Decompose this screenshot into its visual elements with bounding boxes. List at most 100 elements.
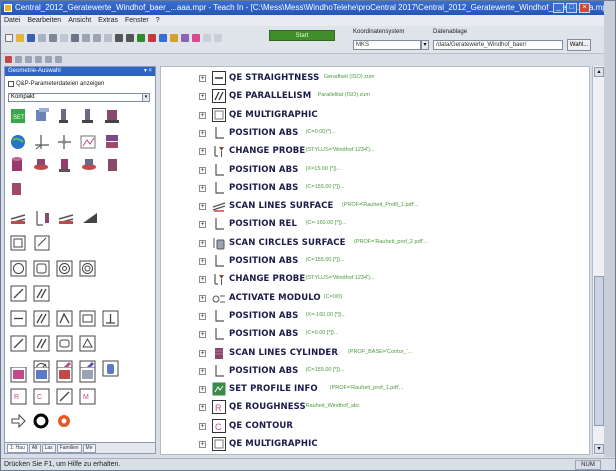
record-icon[interactable] bbox=[5, 56, 12, 63]
disc-icon[interactable] bbox=[34, 159, 48, 170]
tool-2-icon[interactable] bbox=[15, 56, 22, 63]
expand-icon[interactable]: + bbox=[199, 276, 206, 284]
edit-icon[interactable] bbox=[56, 388, 73, 405]
report-2-icon[interactable] bbox=[33, 367, 50, 383]
surface-scan-icon[interactable] bbox=[58, 214, 74, 224]
program-row[interactable]: + SCAN LINES CYLINDER (PROF_BASE='Contur_'… bbox=[161, 345, 589, 363]
flange-icon[interactable] bbox=[82, 159, 96, 170]
column-2-icon[interactable] bbox=[82, 109, 93, 123]
minimize-button[interactable]: _ bbox=[553, 3, 564, 13]
program-row[interactable]: + SET PROFILE INFO (PROF='Rauheit_prof_1.p… bbox=[161, 381, 589, 399]
program-row[interactable]: + C QE CONTOUR bbox=[161, 418, 589, 436]
program-row[interactable]: + POSITION REL (C=-160.00 [*])... bbox=[161, 216, 589, 234]
program-row[interactable]: + ACTIVATE MODULO (C=0/0) bbox=[161, 290, 589, 308]
start-button[interactable]: Start bbox=[269, 30, 335, 41]
flatness-icon[interactable] bbox=[33, 285, 50, 302]
program-row[interactable]: + SCAN LINES SURFACE (PROF='Rauheit_Profil… bbox=[161, 198, 589, 216]
cylinder-icon[interactable] bbox=[12, 157, 22, 171]
scroll-down-icon[interactable]: ▾ bbox=[594, 444, 604, 454]
expand-icon[interactable]: + bbox=[199, 184, 206, 192]
stop-icon[interactable] bbox=[148, 34, 156, 42]
angularity-icon[interactable] bbox=[56, 310, 73, 327]
tool-3-icon[interactable] bbox=[25, 56, 32, 63]
form-icon[interactable] bbox=[34, 235, 50, 251]
new-icon[interactable] bbox=[5, 34, 13, 42]
cube-icon[interactable] bbox=[36, 108, 49, 121]
arrow-right-icon[interactable] bbox=[11, 413, 26, 429]
bolt-icon[interactable] bbox=[108, 159, 117, 171]
show-params-checkbox[interactable]: Q&P-Parameterdateien anzeigen bbox=[8, 81, 104, 87]
close-button[interactable]: × bbox=[579, 3, 590, 13]
settings-icon[interactable] bbox=[203, 34, 211, 42]
expand-icon[interactable]: + bbox=[199, 166, 206, 174]
program-row[interactable]: + CHANGE PROBE (STYLUS='Windhof 1234')... bbox=[161, 271, 589, 289]
expand-icon[interactable]: + bbox=[199, 367, 206, 375]
open-icon[interactable] bbox=[16, 34, 24, 42]
maximize-button[interactable]: □ bbox=[566, 3, 577, 13]
copy-icon[interactable] bbox=[49, 34, 57, 42]
program-row[interactable]: + POSITION ABS (C=0.00 [*])... bbox=[161, 326, 589, 344]
expand-icon[interactable]: + bbox=[199, 75, 206, 82]
expand-icon[interactable]: + bbox=[199, 349, 206, 357]
chevron-down-icon[interactable]: ▾ bbox=[142, 94, 149, 101]
report-icon[interactable] bbox=[10, 367, 27, 383]
globe-icon[interactable] bbox=[11, 135, 25, 149]
probe-tool-icon[interactable] bbox=[159, 34, 167, 42]
cylindricity-icon[interactable] bbox=[79, 310, 96, 327]
paste-icon[interactable] bbox=[60, 34, 68, 42]
undo-icon[interactable] bbox=[82, 34, 90, 42]
print-icon[interactable] bbox=[71, 34, 79, 42]
expand-icon[interactable]: + bbox=[199, 111, 206, 119]
panel-pin-icon[interactable]: ▾ × bbox=[144, 67, 152, 76]
column-icon[interactable] bbox=[59, 109, 68, 123]
menu-file[interactable]: Datei bbox=[4, 15, 20, 26]
program-row[interactable]: + POSITION ABS (C=155.00 [*])... bbox=[161, 253, 589, 271]
fixture-icon[interactable] bbox=[105, 110, 119, 123]
program-row[interactable]: + QE PARALLELISM Parallelitat (ISO) zum bbox=[161, 88, 589, 106]
expand-icon[interactable]: + bbox=[199, 294, 206, 302]
report-3-icon[interactable] bbox=[56, 367, 73, 383]
program-row[interactable]: + QE STRAIGHTNESS Geradheit (ISO) zum bbox=[161, 70, 589, 88]
data-folder-field[interactable]: /data/Geratewerte_Windhof_baer/ bbox=[433, 40, 563, 50]
small-cylinder-icon[interactable] bbox=[12, 183, 21, 195]
symmetry-icon[interactable] bbox=[33, 335, 50, 352]
tool-4-icon[interactable] bbox=[35, 56, 42, 63]
save-icon[interactable] bbox=[27, 34, 35, 42]
view-select[interactable]: Kompakt ▾ bbox=[8, 93, 150, 102]
help-icon[interactable] bbox=[214, 34, 222, 42]
scroll-thumb[interactable] bbox=[594, 276, 604, 426]
gear-shaft-icon[interactable] bbox=[59, 159, 70, 172]
expand-icon[interactable]: + bbox=[199, 331, 206, 339]
tab-alt[interactable]: Alt bbox=[28, 444, 41, 453]
runout-icon[interactable] bbox=[56, 335, 73, 352]
program-row[interactable]: + SCAN CIRCLES SURFACE (PROF='Rauheit_prof… bbox=[161, 235, 589, 253]
expand-icon[interactable]: + bbox=[199, 312, 206, 320]
coordinate-icon[interactable] bbox=[58, 135, 71, 149]
black-circle-icon[interactable] bbox=[33, 413, 49, 429]
menu-view[interactable]: Ansicht bbox=[68, 15, 91, 26]
circle-icon[interactable] bbox=[10, 260, 27, 277]
tab-me[interactable]: Me bbox=[82, 444, 96, 453]
program-row[interactable]: + QE MULTIGRAPHIC bbox=[161, 436, 589, 454]
expand-icon[interactable]: + bbox=[199, 239, 206, 247]
axis-icon[interactable] bbox=[35, 135, 49, 150]
straightness-icon[interactable] bbox=[10, 285, 27, 302]
tab-families[interactable]: Familien bbox=[56, 444, 82, 453]
scroll-up-icon[interactable]: ▴ bbox=[594, 67, 604, 77]
expand-icon[interactable]: + bbox=[199, 148, 206, 156]
delete-icon[interactable] bbox=[104, 34, 112, 42]
measure-icon[interactable] bbox=[170, 34, 178, 42]
program-row[interactable]: + POSITION ABS (C=155.00 [*])... bbox=[161, 180, 589, 198]
expand-icon[interactable]: + bbox=[199, 404, 206, 412]
expand-icon[interactable]: + bbox=[199, 93, 206, 101]
menu-window[interactable]: Fenster bbox=[125, 15, 149, 26]
expand-icon[interactable]: + bbox=[199, 129, 206, 137]
report-4-icon[interactable] bbox=[79, 367, 96, 383]
menu-edit[interactable]: Bearbeiten bbox=[27, 15, 61, 26]
checkbox-icon[interactable] bbox=[8, 81, 14, 87]
cut-icon[interactable] bbox=[38, 34, 46, 42]
record-circle-icon[interactable] bbox=[58, 415, 70, 427]
program-row[interactable]: + POSITION ABS (X=15.00 [*])... bbox=[161, 162, 589, 180]
contour-palette-icon[interactable]: C bbox=[33, 388, 50, 405]
chevron-down-icon[interactable]: ▾ bbox=[421, 40, 429, 50]
